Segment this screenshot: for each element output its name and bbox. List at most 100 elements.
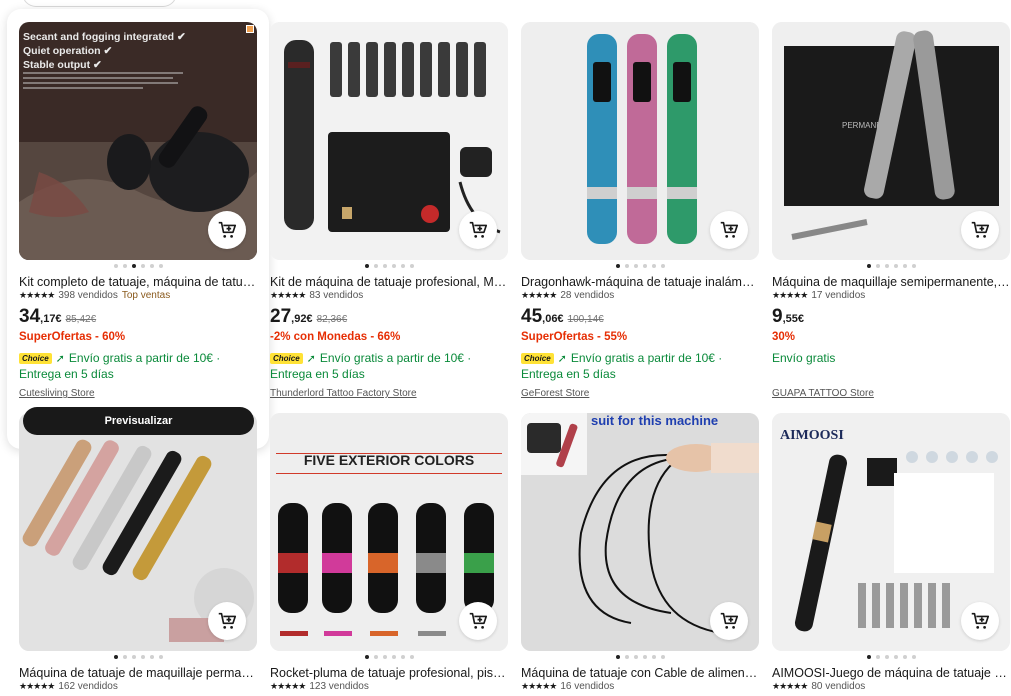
promo-label: SuperOfertas - 55%: [521, 331, 628, 343]
product-card[interactable]: AIMOOSI AIMOOSI-Juego de máquina de tatu…: [772, 413, 1010, 696]
rating-stars: ★★★★★: [772, 681, 808, 691]
product-card[interactable]: FIVE EXTERIOR COLORS Rocket-pluma de tat…: [270, 413, 508, 696]
sold-count: 16 vendidos: [560, 681, 615, 692]
product-image[interactable]: [270, 22, 508, 260]
price-integer: 34: [19, 306, 41, 327]
store-link[interactable]: GeForest Store: [521, 388, 589, 399]
top-search-pill[interactable]: [22, 0, 177, 7]
product-title[interactable]: Dragonhawk-máquina de tatuaje inalámbric…: [521, 275, 759, 289]
price: 9,55€: [772, 306, 804, 328]
price-integer: 27: [270, 306, 292, 327]
choice-badge: Choice: [521, 352, 554, 364]
shipping-text: Envío gratis: [772, 351, 836, 365]
promo-label: 30%: [772, 331, 796, 343]
product-card[interactable]: PERMANENT Máquina de maquillaje semiperm…: [772, 22, 1010, 413]
cart-plus-icon: [218, 221, 237, 238]
add-to-cart-button[interactable]: [710, 602, 748, 640]
product-title[interactable]: Rocket-pluma de tatuaje profesional, pis…: [270, 666, 508, 680]
price-integer: 9: [772, 306, 783, 327]
sold-count: 398 vendidos: [58, 290, 118, 301]
store-link[interactable]: Thunderlord Tattoo Factory Store: [270, 388, 417, 399]
delivery-text: Entrega en 5 días: [521, 367, 616, 381]
rating-stars: ★★★★★: [521, 681, 557, 691]
delivery-text: Entrega en 5 días: [270, 367, 365, 381]
rating-stars: ★★★★★: [772, 290, 808, 300]
price-decimal: ,55€: [782, 313, 804, 325]
product-card[interactable]: Dragonhawk-máquina de tatuaje inalámbric…: [521, 22, 759, 413]
add-to-cart-button[interactable]: [961, 602, 999, 640]
product-card[interactable]: Kit de máquina de tatuaje profesional, M…: [270, 22, 508, 413]
product-image[interactable]: [19, 413, 257, 651]
rating-stars: ★★★★★: [521, 290, 557, 300]
sold-count: 83 vendidos: [309, 290, 364, 301]
product-title[interactable]: Máquina de tatuaje de maquillaje permane…: [19, 666, 257, 680]
product-title[interactable]: Kit de máquina de tatuaje profesional, M…: [270, 275, 508, 289]
image-carousel-dots[interactable]: [772, 655, 1010, 659]
sold-count: 162 vendidos: [58, 681, 118, 692]
product-image[interactable]: [521, 22, 759, 260]
sold-count: 80 vendidos: [811, 681, 866, 692]
product-title[interactable]: Máquina de tatuaje con Cable de alimenta…: [521, 666, 759, 680]
rocket-icon: ➚: [306, 352, 316, 365]
image-carousel-dots[interactable]: [772, 264, 1010, 268]
price-decimal: ,06€: [542, 313, 564, 325]
store-link[interactable]: Cutesliving Store: [19, 388, 95, 399]
add-to-cart-button[interactable]: [459, 602, 497, 640]
sold-count: 123 vendidos: [309, 681, 369, 692]
shipping-row: Choice ➚ Envío gratis a partir de 10€ ·: [19, 351, 220, 365]
shipping-row: Choice ➚ Envío gratis a partir de 10€ ·: [521, 351, 722, 365]
cart-plus-icon: [971, 221, 990, 238]
cart-plus-icon: [469, 221, 488, 238]
product-image[interactable]: AIMOOSI: [772, 413, 1010, 651]
rating-row: ★★★★★ 123 vendidos: [270, 681, 369, 692]
product-grid: Secant and fogging integrated ✔ Quiet op…: [19, 22, 1010, 696]
image-carousel-dots[interactable]: [19, 655, 257, 659]
price: 34,17€ 85,42€: [19, 306, 96, 328]
image-carousel-dots[interactable]: [19, 264, 257, 268]
product-card[interactable]: Secant and fogging integrated ✔ Quiet op…: [19, 22, 257, 435]
product-image[interactable]: suit for this machine: [521, 413, 759, 651]
add-to-cart-button[interactable]: [710, 211, 748, 249]
shipping-text: Envío gratis a partir de 10€ ·: [319, 351, 472, 365]
rating-stars: ★★★★★: [19, 681, 55, 691]
delivery-text: Entrega en 5 días: [19, 367, 114, 381]
rocket-icon: ➚: [55, 352, 65, 365]
rating-row: ★★★★★ 17 vendidos: [772, 290, 865, 301]
cart-plus-icon: [971, 612, 990, 629]
product-title[interactable]: Kit completo de tatuaje, máquina de tatu…: [19, 275, 257, 289]
add-to-cart-button[interactable]: [961, 211, 999, 249]
product-image[interactable]: PERMANENT: [772, 22, 1010, 260]
product-title[interactable]: Máquina de maquillaje semipermanente, pl…: [772, 275, 1010, 289]
image-carousel-dots[interactable]: [270, 655, 508, 659]
store-link[interactable]: GUAPA TATTOO Store: [772, 388, 874, 399]
shipping-text: Envío gratis a partir de 10€ ·: [68, 351, 221, 365]
image-carousel-dots[interactable]: [521, 655, 759, 659]
rating-row: ★★★★★ 83 vendidos: [270, 290, 363, 301]
price: 27,92€ 82,36€: [270, 306, 347, 328]
image-carousel-dots[interactable]: [521, 264, 759, 268]
image-caption: AIMOOSI: [780, 428, 844, 443]
rating-row: ★★★★★ 16 vendidos: [521, 681, 614, 692]
rating-row: ★★★★★ 28 vendidos: [521, 290, 614, 301]
product-card[interactable]: Máquina de tatuaje de maquillaje permane…: [19, 413, 257, 696]
product-image[interactable]: Secant and fogging integrated ✔ Quiet op…: [19, 22, 257, 260]
original-price: 100,14€: [567, 314, 604, 325]
image-caption-3: Stable output ✔: [23, 59, 102, 71]
add-to-cart-button[interactable]: [459, 211, 497, 249]
add-to-cart-button[interactable]: [208, 602, 246, 640]
image-caption-1: Secant and fogging integrated ✔: [23, 31, 186, 43]
preview-button[interactable]: Previsualizar: [23, 407, 254, 435]
product-title[interactable]: AIMOOSI-Juego de máquina de tatuaje M7, …: [772, 666, 1010, 680]
shipping-text: Envío gratis a partir de 10€ ·: [570, 351, 723, 365]
original-price: 85,42€: [65, 314, 97, 325]
add-to-cart-button[interactable]: [208, 211, 246, 249]
product-image[interactable]: FIVE EXTERIOR COLORS: [270, 413, 508, 651]
cart-plus-icon: [469, 612, 488, 629]
rating-row: ★★★★★ 80 vendidos: [772, 681, 865, 692]
image-carousel-dots[interactable]: [270, 264, 508, 268]
image-caption: FIVE EXTERIOR COLORS: [304, 452, 474, 468]
cart-plus-icon: [720, 612, 739, 629]
image-caption-2: Quiet operation ✔: [23, 45, 113, 57]
choice-badge: Choice: [19, 352, 52, 364]
product-card[interactable]: suit for this machine Máquina de tatuaje…: [521, 413, 759, 696]
